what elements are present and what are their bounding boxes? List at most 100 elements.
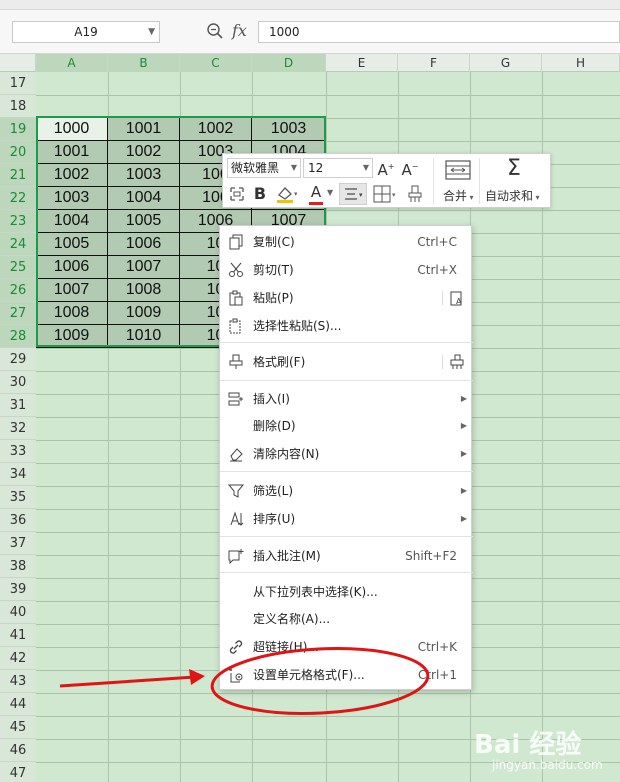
menu-item-paste[interactable]: 粘贴(P) A	[220, 286, 473, 310]
menu-item-copy[interactable]: 复制(C) Ctrl+C	[220, 230, 473, 254]
column-header-g[interactable]: G	[470, 54, 542, 72]
cell-b25[interactable]: 1007	[108, 256, 180, 279]
cell-b21[interactable]: 1003	[108, 164, 180, 187]
menu-item-delete[interactable]: 删除(D) ▶	[220, 414, 473, 438]
row-header-43[interactable]: 43	[0, 670, 36, 693]
cell-b24[interactable]: 1006	[108, 233, 180, 256]
cell-a23[interactable]: 1004	[36, 210, 108, 233]
column-header-d[interactable]: D	[252, 54, 326, 72]
paste-options-icon[interactable]: A	[449, 290, 465, 306]
borders-icon[interactable]: ▾	[373, 185, 399, 203]
row-header-22[interactable]: 22	[0, 187, 36, 210]
formula-input[interactable]: 1000	[258, 21, 620, 43]
decrease-font-button[interactable]: A−	[401, 157, 419, 180]
row-header-26[interactable]: 26	[0, 279, 36, 302]
cell-a26[interactable]: 1007	[36, 279, 108, 302]
align-center-icon[interactable]: ▾	[339, 183, 367, 205]
format-painter-icon[interactable]	[407, 185, 423, 203]
row-header-32[interactable]: 32	[0, 417, 36, 440]
fx-icon[interactable]: fx	[232, 21, 247, 40]
column-header-h[interactable]: H	[542, 54, 620, 72]
cell-d19[interactable]: 1003	[252, 118, 326, 141]
merge-cells-icon[interactable]	[445, 160, 471, 180]
menu-item-format-painter[interactable]: 格式刷(F)	[220, 350, 473, 374]
row-header-34[interactable]: 34	[0, 463, 36, 486]
autosum-button[interactable]: 自动求和 ▾	[485, 187, 540, 204]
menu-item-cut[interactable]: 剪切(T) Ctrl+X	[220, 258, 473, 282]
menu-item-format-cells[interactable]: 设置单元格格式(F)... Ctrl+1	[220, 663, 473, 687]
font-color-button[interactable]: A	[307, 182, 325, 205]
format-painter-options-icon[interactable]	[449, 354, 465, 370]
cell-a27[interactable]: 1008	[36, 302, 108, 325]
row-header-30[interactable]: 30	[0, 371, 36, 394]
row-header-18[interactable]: 18	[0, 95, 36, 118]
fill-color-icon[interactable]: ▾	[275, 184, 297, 204]
font-size-select[interactable]: 12 ▼	[303, 158, 373, 178]
cell-a25[interactable]: 1006	[36, 256, 108, 279]
row-header-28[interactable]: 28	[0, 325, 36, 348]
menu-item-paste-special[interactable]: 选择性粘贴(S)...	[220, 314, 473, 338]
bold-button[interactable]: B	[251, 184, 269, 204]
cell-a21[interactable]: 1002	[36, 164, 108, 187]
cell-b20[interactable]: 1002	[108, 141, 180, 164]
row-header-23[interactable]: 23	[0, 210, 36, 233]
column-header-f[interactable]: F	[398, 54, 470, 72]
cell-a22[interactable]: 1003	[36, 187, 108, 210]
menu-item-filter[interactable]: 筛选(L) ▶	[220, 479, 473, 503]
cell-b26[interactable]: 1008	[108, 279, 180, 302]
chevron-down-icon[interactable]: ▼	[148, 22, 155, 42]
row-header-24[interactable]: 24	[0, 233, 36, 256]
row-header-44[interactable]: 44	[0, 693, 36, 716]
cell-b28[interactable]: 1010	[108, 325, 180, 348]
font-name-select[interactable]: 微软雅黑 ▼	[227, 158, 301, 178]
row-header-36[interactable]: 36	[0, 509, 36, 532]
cell-b19[interactable]: 1001	[108, 118, 180, 141]
chevron-down-icon[interactable]: ▼	[327, 188, 333, 197]
row-header-29[interactable]: 29	[0, 348, 36, 371]
menu-item-insert[interactable]: 插入(I) ▶	[220, 387, 473, 411]
cell-b27[interactable]: 1009	[108, 302, 180, 325]
cell-b23[interactable]: 1005	[108, 210, 180, 233]
cell-a24[interactable]: 1005	[36, 233, 108, 256]
cell-a19[interactable]: 1000	[36, 118, 108, 141]
menu-item-pick-from-list[interactable]: 从下拉列表中选择(K)...	[220, 580, 473, 604]
zoom-icon[interactable]	[206, 22, 224, 40]
menu-item-sort[interactable]: 排序(U) ▶	[220, 507, 473, 531]
row-header-47[interactable]: 47	[0, 762, 36, 782]
menu-item-hyperlink[interactable]: 超链接(H)... Ctrl+K	[220, 635, 473, 659]
sum-icon[interactable]: Σ	[503, 156, 525, 182]
row-header-42[interactable]: 42	[0, 647, 36, 670]
row-header-25[interactable]: 25	[0, 256, 36, 279]
column-header-a[interactable]: A	[36, 54, 108, 72]
row-header-40[interactable]: 40	[0, 601, 36, 624]
row-header-45[interactable]: 45	[0, 716, 36, 739]
row-header-37[interactable]: 37	[0, 532, 36, 555]
row-header-27[interactable]: 27	[0, 302, 36, 325]
row-header-21[interactable]: 21	[0, 164, 36, 187]
select-all-corner[interactable]	[0, 54, 36, 72]
row-header-20[interactable]: 20	[0, 141, 36, 164]
row-header-33[interactable]: 33	[0, 440, 36, 463]
menu-item-clear-contents[interactable]: 清除内容(N) ▶	[220, 442, 473, 466]
increase-font-button[interactable]: A+	[377, 157, 395, 180]
row-header-35[interactable]: 35	[0, 486, 36, 509]
menu-item-insert-comment[interactable]: 插入批注(M) Shift+F2	[220, 544, 473, 568]
text-wrap-icon[interactable]	[229, 186, 245, 202]
row-header-19[interactable]: 19	[0, 118, 36, 141]
row-header-38[interactable]: 38	[0, 555, 36, 578]
column-header-b[interactable]: B	[108, 54, 180, 72]
cell-b22[interactable]: 1004	[108, 187, 180, 210]
row-header-17[interactable]: 17	[0, 72, 36, 95]
row-header-46[interactable]: 46	[0, 739, 36, 762]
row-header-41[interactable]: 41	[0, 624, 36, 647]
column-header-e[interactable]: E	[326, 54, 398, 72]
cell-a20[interactable]: 1001	[36, 141, 108, 164]
row-header-31[interactable]: 31	[0, 394, 36, 417]
cell-c19[interactable]: 1002	[180, 118, 252, 141]
cell-a28[interactable]: 1009	[36, 325, 108, 348]
merge-button[interactable]: 合并 ▾	[443, 187, 474, 204]
row-header-39[interactable]: 39	[0, 578, 36, 601]
menu-item-define-name[interactable]: 定义名称(A)...	[220, 607, 473, 631]
name-box[interactable]: A19 ▼	[12, 21, 160, 43]
column-header-c[interactable]: C	[180, 54, 252, 72]
